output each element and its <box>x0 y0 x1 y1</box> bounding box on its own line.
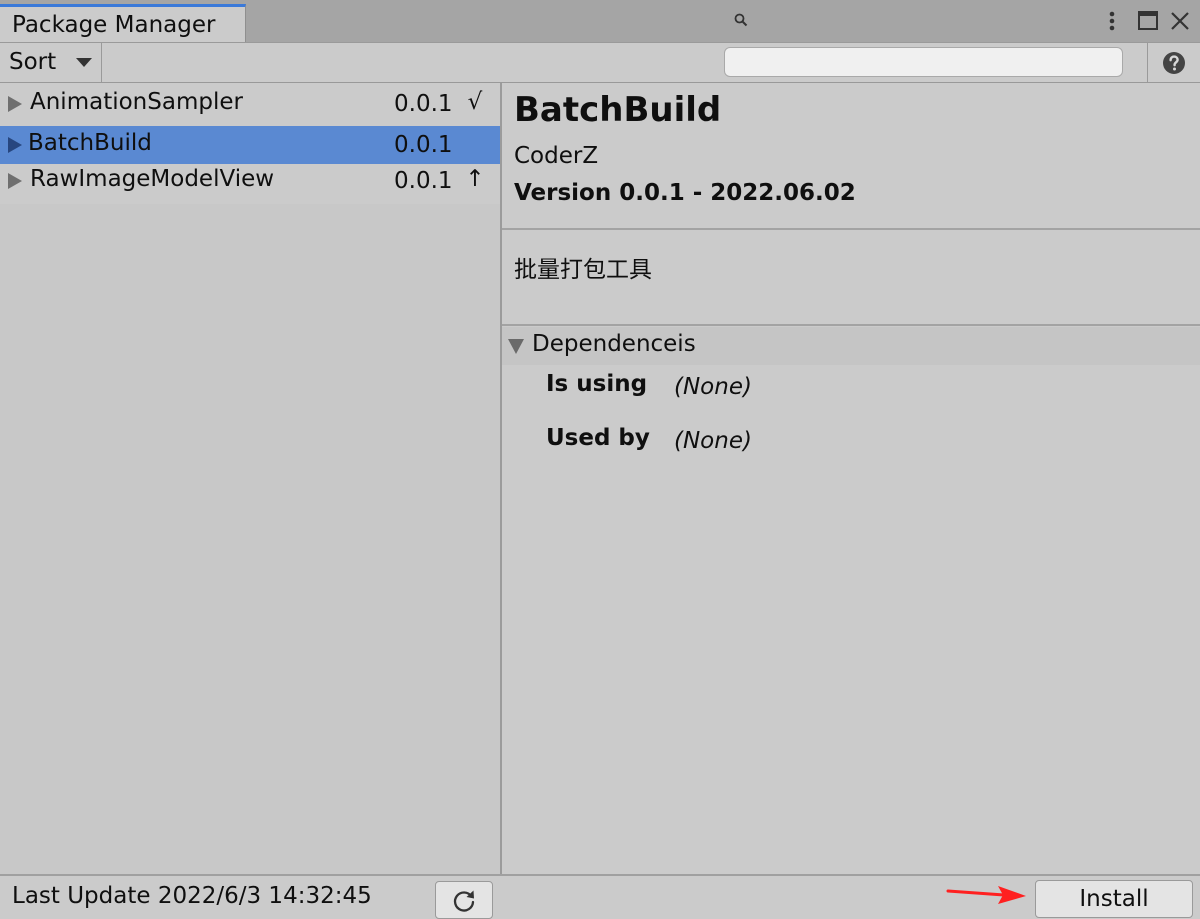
toolbar: Sort <box>0 42 1200 83</box>
tab-package-manager[interactable]: Package Manager <box>0 4 246 42</box>
package-details-panel: BatchBuild CoderZ Version 0.0.1 - 2022.0… <box>502 83 1200 874</box>
used-by-label: Used by <box>546 425 650 451</box>
tab-label: Package Manager <box>12 12 216 38</box>
last-update-label: Last Update 2022/6/3 14:32:45 <box>12 883 372 909</box>
package-description: 批量打包工具 <box>514 257 652 283</box>
dependencies-label: Dependenceis <box>532 331 696 357</box>
package-name: AnimationSampler <box>30 89 243 115</box>
is-using-value: (None) <box>674 374 752 400</box>
sort-dropdown[interactable]: Sort <box>0 43 102 82</box>
foldout-arrow-icon <box>508 339 524 354</box>
package-name: RawImageModelView <box>30 166 275 192</box>
package-row-animationsampler[interactable]: AnimationSampler 0.0.1 √ <box>0 85 500 123</box>
package-author: CoderZ <box>514 143 599 169</box>
window-tab-bar: Package Manager <box>0 0 1200 42</box>
package-title: BatchBuild <box>514 90 722 130</box>
expand-arrow-icon[interactable] <box>8 137 22 153</box>
install-button[interactable]: Install <box>1035 880 1193 918</box>
search-icon <box>734 13 748 27</box>
more-vertical-icon[interactable] <box>1097 6 1127 36</box>
package-list-panel: AnimationSampler 0.0.1 √ BatchBuild 0.0.… <box>0 83 500 874</box>
package-row-batchbuild[interactable]: BatchBuild 0.0.1 <box>0 126 500 164</box>
package-name: BatchBuild <box>28 130 152 156</box>
expand-arrow-icon[interactable] <box>8 96 22 112</box>
chevron-down-icon <box>76 58 92 67</box>
is-using-label: Is using <box>546 371 648 397</box>
section-divider <box>502 228 1200 230</box>
update-available-icon: ↑ <box>465 166 485 192</box>
sort-label: Sort <box>9 49 57 75</box>
maximize-icon[interactable] <box>1133 6 1163 36</box>
refresh-icon <box>453 890 475 912</box>
toolbar-divider <box>1147 43 1148 82</box>
package-version-date: Version 0.0.1 - 2022.06.02 <box>514 180 856 206</box>
package-version: 0.0.1 <box>394 91 453 117</box>
section-divider <box>502 324 1200 326</box>
used-by-value: (None) <box>674 428 752 454</box>
annotation-arrow-icon <box>946 886 1026 904</box>
search-input[interactable] <box>724 47 1123 77</box>
help-icon[interactable] <box>1161 50 1187 76</box>
package-row-rawimagemodelview[interactable]: RawImageModelView 0.0.1 ↑ <box>0 162 500 200</box>
close-icon[interactable] <box>1165 6 1195 36</box>
installed-check-icon: √ <box>467 89 483 115</box>
dependencies-foldout[interactable]: Dependenceis <box>502 327 1200 365</box>
package-version: 0.0.1 <box>394 132 453 158</box>
refresh-button[interactable] <box>435 881 493 919</box>
expand-arrow-icon[interactable] <box>8 173 22 189</box>
package-version: 0.0.1 <box>394 168 453 194</box>
